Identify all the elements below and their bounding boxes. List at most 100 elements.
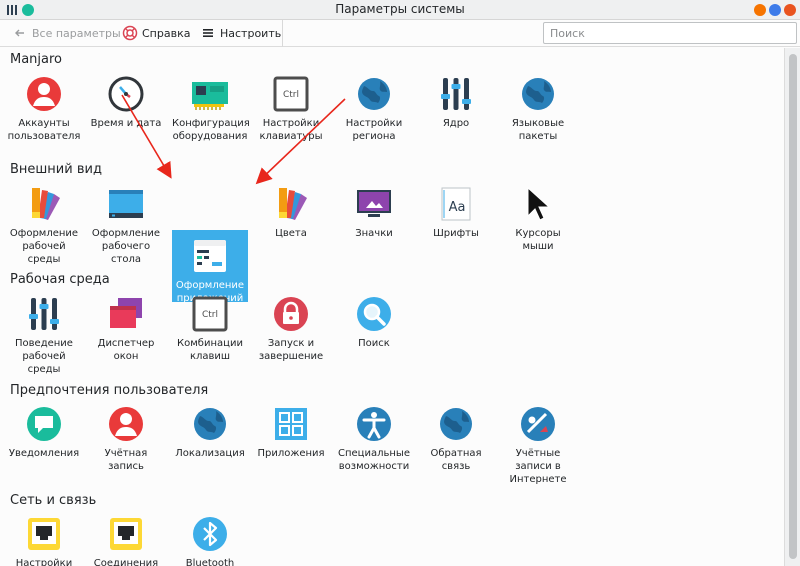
module-label: Оформление рабочего стола xyxy=(91,228,161,265)
bluetooth-icon xyxy=(193,517,227,551)
desktop-icon xyxy=(109,190,143,218)
globe-icon xyxy=(440,408,472,440)
globe-icon xyxy=(522,78,554,110)
app-style-window-icon xyxy=(194,240,226,272)
notification-icon xyxy=(27,407,61,441)
accessibility-icon xyxy=(357,407,391,441)
configure-button[interactable]: Настроить xyxy=(200,23,281,43)
clock-icon xyxy=(108,76,144,112)
module-bluetooth[interactable]: Bluetooth xyxy=(172,514,248,566)
module-desktop-theme[interactable]: Оформление рабочего стола xyxy=(88,184,164,266)
search-icon xyxy=(357,297,391,331)
module-window-manager[interactable]: Диспетчер окон xyxy=(88,294,164,363)
module-label: Обратная связь xyxy=(430,448,482,472)
module-shortcuts[interactable]: Ctrl Комбинации клавиш xyxy=(172,294,248,363)
module-label: Учётная запись xyxy=(104,448,148,472)
module-user-accounts[interactable]: Аккаунты пользователя xyxy=(6,74,82,143)
module-localization[interactable]: Локализация xyxy=(172,404,248,460)
section-title-workspace: Рабочая среда xyxy=(10,272,110,287)
applications-grid-icon xyxy=(275,408,307,440)
module-startup-shutdown[interactable]: Запуск и завершение xyxy=(253,294,329,363)
module-workspace-behavior[interactable]: Поведение рабочей среды xyxy=(6,294,82,376)
cursor-icon xyxy=(527,186,551,221)
module-application-style[interactable]: Оформление приложений xyxy=(172,230,248,304)
svg-text:Ctrl: Ctrl xyxy=(283,90,299,100)
user-accounts-icon xyxy=(109,407,143,441)
module-network-settings[interactable]: Настройки xyxy=(6,514,82,566)
module-search[interactable]: Поиск xyxy=(336,294,412,350)
lock-icon xyxy=(274,297,308,331)
vertical-scrollbar[interactable] xyxy=(784,48,800,566)
globe-icon xyxy=(358,78,390,110)
arrow-left-icon xyxy=(12,25,28,41)
module-colors[interactable]: Цвета xyxy=(253,184,329,240)
module-keyboard[interactable]: Ctrl Настройки клавиатуры xyxy=(253,74,329,143)
keyboard-ctrl-icon: Ctrl xyxy=(192,296,228,332)
toolbar-separator xyxy=(282,20,283,47)
module-label: Учётные записи в Интернете xyxy=(509,448,567,485)
close-button[interactable] xyxy=(784,4,796,16)
search-input[interactable] xyxy=(543,22,797,44)
module-label: Настройки региона xyxy=(345,118,403,142)
module-language-packages[interactable]: Языковые пакеты xyxy=(500,74,576,143)
keyboard-ctrl-icon: Ctrl xyxy=(273,76,309,112)
help-button[interactable]: Справка xyxy=(122,23,190,43)
module-label: Диспетчер окон xyxy=(97,338,155,362)
window-manager-icon xyxy=(110,298,142,328)
module-label: Оформление рабочей среды xyxy=(9,228,79,265)
fonts-icon: Aa xyxy=(441,187,471,221)
window-title: Параметры системы xyxy=(335,2,465,16)
module-label: Время и дата xyxy=(90,118,162,129)
module-date-time[interactable]: Время и дата xyxy=(88,74,164,130)
configure-button-label: Настроить xyxy=(220,26,282,40)
hardware-card-icon xyxy=(192,82,228,110)
section-title-network: Сеть и связь xyxy=(10,493,97,508)
online-accounts-icon xyxy=(521,407,555,441)
module-label: Локализация xyxy=(175,448,245,459)
section-title-appearance: Внешний вид xyxy=(10,162,102,177)
module-label: Соединения xyxy=(93,558,159,566)
kernel-sliders-icon xyxy=(441,78,471,110)
module-connections[interactable]: Соединения xyxy=(88,514,164,566)
section-title-user-preferences: Предпочтения пользователя xyxy=(10,383,209,398)
back-button[interactable]: Все параметры xyxy=(12,23,121,43)
network-port-icon xyxy=(110,518,142,550)
module-user-account[interactable]: Учётная запись xyxy=(88,404,164,473)
module-label: Специальные возможности xyxy=(338,448,410,472)
minimize-button[interactable] xyxy=(754,4,766,16)
maximize-button[interactable] xyxy=(769,4,781,16)
module-online-accounts[interactable]: Учётные записи в Интернете xyxy=(500,404,576,486)
module-region[interactable]: Настройки региона xyxy=(336,74,412,143)
module-label: Уведомления xyxy=(8,448,80,459)
module-hardware[interactable]: Конфигурация оборудования xyxy=(172,74,250,143)
scrollbar-thumb[interactable] xyxy=(789,54,797,559)
module-fonts[interactable]: Aa Шрифты xyxy=(418,184,494,240)
module-cursors[interactable]: Курсоры мыши xyxy=(500,184,576,253)
module-label: Bluetooth xyxy=(185,558,235,566)
module-kernel[interactable]: Ядро xyxy=(418,74,494,130)
module-feedback[interactable]: Обратная связь xyxy=(418,404,494,473)
module-label: Конфигурация оборудования xyxy=(172,118,250,142)
module-notifications[interactable]: Уведомления xyxy=(6,404,82,460)
module-label: Курсоры мыши xyxy=(515,228,561,252)
help-button-label: Справка xyxy=(142,26,191,40)
section-title-manjaro: Manjaro xyxy=(10,52,63,67)
palette-swatch-icon xyxy=(32,188,60,220)
svg-text:Ctrl: Ctrl xyxy=(202,310,218,320)
module-applications[interactable]: Приложения xyxy=(253,404,329,460)
module-icons[interactable]: Значки xyxy=(336,184,412,240)
globe-icon xyxy=(194,408,226,440)
module-label: Цвета xyxy=(275,228,307,239)
back-button-label: Все параметры xyxy=(32,26,121,40)
hamburger-menu-icon xyxy=(200,25,216,41)
title-bar: Параметры системы xyxy=(0,0,800,20)
module-label: Приложения xyxy=(257,448,325,459)
module-label: Ядро xyxy=(442,118,470,129)
module-label: Запуск и завершение xyxy=(258,338,324,362)
network-port-icon xyxy=(28,518,60,550)
module-accessibility[interactable]: Специальные возможности xyxy=(336,404,412,473)
module-workspace-theme[interactable]: Оформление рабочей среды xyxy=(6,184,82,266)
module-label: Настройки xyxy=(15,558,73,566)
monitor-icon xyxy=(357,190,391,217)
module-label: Значки xyxy=(355,228,393,239)
